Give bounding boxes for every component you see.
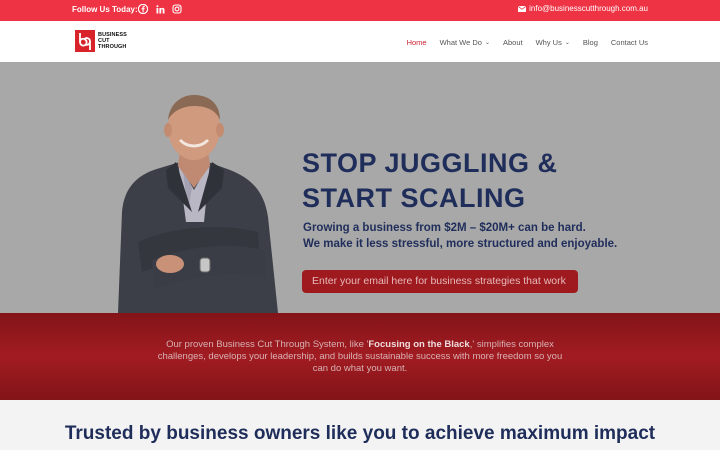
follow-us-label: Follow Us Today: [72,5,138,14]
site-header: BUSINESS CUT THROUGH Home What We Do ⌄ Ab… [0,21,720,62]
trusted-section: Trusted by business owners like you to a… [0,400,720,450]
hero-section: STOP JUGGLING & START SCALING Growing a … [0,62,720,313]
hero-subheading: Growing a business from $2M – $20M+ can … [303,222,618,250]
system-intro-text: Our proven Business Cut Through System, … [157,339,563,374]
top-bar: Follow Us Today: info@businesscutthrough… [0,0,720,21]
nav-contact-us[interactable]: Contact Us [611,38,648,47]
nav-why-us[interactable]: Why Us ⌄ [536,38,570,47]
hero-headline: STOP JUGGLING & START SCALING [302,148,558,213]
logo[interactable]: BUSINESS CUT THROUGH [75,30,127,52]
main-nav: Home What We Do ⌄ About Why Us ⌄ Blog Cont… [407,38,648,47]
logo-icon [75,30,95,52]
nav-what-we-do[interactable]: What We Do ⌄ [440,38,490,47]
envelope-icon [518,5,527,12]
linkedin-icon[interactable] [154,3,166,15]
email-text: info@businesscutthrough.com.au [529,4,648,13]
email-signup-input[interactable]: Enter your email here for business strat… [302,270,578,293]
facebook-icon[interactable] [137,3,149,15]
nav-about[interactable]: About [503,38,523,47]
email-link[interactable]: info@businesscutthrough.com.au [518,4,648,13]
instagram-icon[interactable] [171,3,183,15]
chevron-down-icon: ⌄ [484,40,490,46]
nav-blog[interactable]: Blog [583,38,598,47]
trusted-heading: Trusted by business owners like you to a… [64,423,656,444]
logo-text: BUSINESS CUT THROUGH [98,32,127,50]
chevron-down-icon: ⌄ [564,40,570,46]
founder-photo [118,94,278,313]
system-intro-band: Our proven Business Cut Through System, … [0,313,720,400]
nav-home[interactable]: Home [407,38,427,47]
